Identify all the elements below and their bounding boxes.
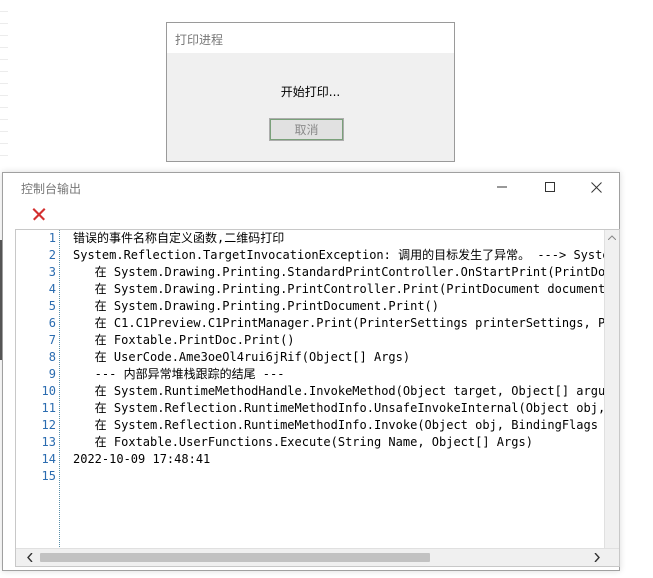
close-button[interactable]: [573, 173, 619, 201]
console-line: 在 System.Reflection.RuntimeMethodInfo.Un…: [73, 401, 605, 415]
line-number: 8: [48, 350, 56, 364]
print-status-message: 开始打印...: [280, 85, 341, 99]
console-line: 在 System.Drawing.Printing.StandardPrintC…: [73, 265, 605, 279]
line-number-gutter: 1 2 3 4 5 6 7 8 9 10 11 12 13 14 15: [16, 230, 60, 549]
minimize-button[interactable]: [479, 173, 525, 201]
line-number: 4: [48, 282, 56, 296]
scroll-left-button[interactable]: [24, 551, 36, 563]
line-number: 14: [41, 452, 56, 466]
line-number: 10: [41, 384, 56, 398]
line-number: 12: [41, 418, 56, 432]
line-number: 13: [41, 435, 56, 449]
console-line: 错误的事件名称自定义函数,二维码打印: [73, 231, 285, 245]
background-grid: [0, 0, 8, 160]
close-icon: [590, 181, 602, 193]
console-line: System.Reflection.TargetInvocationExcept…: [73, 248, 605, 262]
console-line: 2022-10-09 17:48:41: [73, 452, 211, 466]
vertical-scrollbar[interactable]: [604, 230, 619, 549]
scroll-up-button[interactable]: [605, 230, 619, 244]
line-number: 11: [41, 401, 56, 415]
console-titlebar[interactable]: 控制台输出: [3, 173, 619, 201]
maximize-button[interactable]: [527, 173, 573, 201]
minimize-icon: [497, 186, 507, 188]
line-number: 3: [48, 265, 56, 279]
print-progress-dialog: 打印进程 开始打印... 取消: [166, 22, 455, 162]
horizontal-scrollbar[interactable]: [16, 548, 619, 566]
horizontal-scroll-thumb[interactable]: [40, 553, 430, 562]
chevron-up-icon: [608, 234, 616, 240]
console-line: 在 Foxtable.PrintDoc.Print(): [73, 333, 295, 347]
console-text-area[interactable]: 错误的事件名称自定义函数,二维码打印 System.Reflection.Targ…: [73, 230, 605, 549]
scroll-right-button[interactable]: [591, 551, 603, 563]
line-number: 1: [48, 231, 56, 245]
clear-console-button[interactable]: [31, 206, 51, 226]
console-line: 在 UserCode.Ame3oeOl4rui6jRif(Object[] Ar…: [73, 350, 411, 364]
red-x-icon: [32, 208, 46, 221]
console-line: 在 System.Drawing.Printing.PrintDocument.…: [73, 299, 440, 313]
line-number: 7: [48, 333, 56, 347]
line-number: 2: [48, 248, 56, 262]
console-line: 在 System.Reflection.RuntimeMethodInfo.In…: [73, 418, 605, 432]
chevron-right-icon: [594, 552, 600, 562]
console-line: 在 Foxtable.UserFunctions.Execute(String …: [73, 435, 533, 449]
console-title: 控制台输出: [21, 182, 82, 196]
console-line: 在 C1.C1Preview.C1PrintManager.Print(Prin…: [73, 316, 605, 330]
print-dialog-titlebar[interactable]: 打印进程: [167, 23, 454, 53]
maximize-icon: [545, 182, 555, 192]
line-number: 15: [41, 469, 56, 483]
console-line: --- 内部异常堆栈跟踪的结尾 ---: [73, 367, 285, 381]
chevron-left-icon: [27, 552, 33, 562]
console-output-text[interactable]: 1 2 3 4 5 6 7 8 9 10 11 12 13 14 15 错误的事件名称自定义函数,二维码打印…: [15, 229, 620, 567]
line-number: 5: [48, 299, 56, 313]
console-output-window: 控制台输出 1 2 3 4 5 6 7 8 9 10 11 12 13 14 15 错误的事件名称自定义函数…: [2, 172, 620, 571]
line-number: 9: [48, 367, 56, 381]
console-line: 在 System.Drawing.Printing.PrintControlle…: [73, 282, 605, 296]
console-line: 在 System.RuntimeMethodHandle.InvokeMetho…: [73, 384, 605, 398]
print-dialog-title: 打印进程: [175, 33, 224, 47]
line-number: 6: [48, 316, 56, 330]
cancel-button[interactable]: 取消: [269, 118, 344, 141]
